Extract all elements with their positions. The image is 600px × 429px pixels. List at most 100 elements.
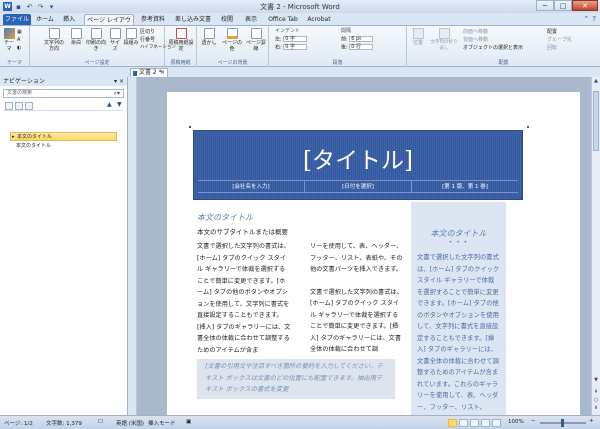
navigation-search-input[interactable]: 文書の検索 ⌕▾	[3, 89, 124, 98]
word-count[interactable]: 文字数: 1,379	[46, 419, 82, 427]
search-icon[interactable]: ⌕▾	[114, 90, 120, 97]
zoom-level[interactable]: 100%	[508, 419, 524, 425]
selection-pane-label: オブジェクトの選択と表示	[463, 45, 524, 51]
breaks-button[interactable]: 区切り	[140, 29, 155, 35]
vertical-ruler	[129, 77, 137, 415]
scrollbar-thumb[interactable]	[593, 91, 599, 151]
text-direction-button[interactable]: 文字列の方向	[42, 28, 66, 52]
document-page[interactable]: [タイトル] [会社名を入力] [日付を選択] [第 1 版、第 1 巻] 本文…	[167, 92, 580, 422]
indent-right-row: 右: 0 字	[275, 44, 308, 51]
nav-heading-item[interactable]: ▸ 本文のタイトル	[10, 132, 117, 141]
browse-object-icon[interactable]: ○	[592, 397, 600, 403]
margins-button[interactable]: 余白	[68, 28, 84, 46]
zoom-out-button[interactable]: −	[531, 418, 536, 424]
tab-insert[interactable]: 挿入	[58, 14, 80, 25]
manuscript-settings-button[interactable]: 原稿用紙設定	[167, 28, 195, 52]
indent-right-input[interactable]: 0 字	[283, 44, 308, 50]
tab-references[interactable]: 参考資料	[136, 14, 170, 25]
fonts-icon[interactable]: A	[17, 37, 20, 43]
size-button[interactable]: サイズ	[108, 28, 122, 52]
margins-icon	[70, 28, 82, 39]
next-page-icon[interactable]: ⇟	[592, 405, 600, 411]
vertical-scrollbar[interactable]: ▲ ▼ ⇞ ○ ⇟	[591, 77, 600, 415]
macro-icon[interactable]: ▣	[186, 419, 191, 425]
tab-review[interactable]: 校閲	[216, 14, 238, 25]
rotate-button[interactable]: 回転	[547, 45, 557, 51]
indent-left-row: 左: 0 字	[275, 36, 308, 43]
minimize-button[interactable]: ─	[536, 0, 554, 11]
columns-icon	[125, 28, 137, 39]
tab-mailings[interactable]: 差し込み文書	[172, 14, 214, 25]
previous-arrow-icon[interactable]: ▲	[107, 101, 112, 108]
web-layout-view-icon[interactable]	[470, 419, 479, 427]
insert-mode[interactable]: 挿入モード	[148, 419, 176, 427]
bring-forward-button[interactable]: 前面へ移動	[463, 29, 488, 35]
orientation-icon	[90, 28, 102, 39]
document-tab[interactable]: 文書 2 * ×	[130, 68, 168, 77]
tab-page-layout[interactable]: ページ レイアウト	[84, 14, 134, 35]
selection-pane-button[interactable]: オブジェクトの選択と表示	[463, 45, 523, 51]
orientation-label: 印刷の向き	[86, 40, 107, 52]
document-tab-close[interactable]: ×	[160, 69, 165, 77]
theme-label: テーマ	[3, 40, 14, 52]
company-field[interactable]: [会社名を入力]	[198, 181, 305, 192]
scroll-up-arrow[interactable]: ▲	[592, 78, 600, 84]
columns-button[interactable]: 段組み	[123, 28, 139, 46]
send-backward-label: 背面へ移動	[463, 37, 489, 43]
send-backward-button[interactable]: 背面へ移動	[463, 37, 488, 43]
manuscript-group: 原稿用紙設定 原稿用紙	[165, 26, 197, 67]
outline-view-icon[interactable]	[481, 419, 490, 427]
rotate-label: 回転	[547, 45, 558, 51]
edition-field[interactable]: [第 1 版、第 1 巻]	[412, 181, 518, 192]
banner-title[interactable]: [タイトル]	[194, 141, 522, 175]
help-icon[interactable]: ?	[592, 15, 596, 23]
size-icon	[109, 28, 121, 39]
spacing-after-input[interactable]: 0 行	[349, 44, 374, 50]
indent-left-input[interactable]: 0 字	[283, 36, 308, 42]
results-view-icon[interactable]	[25, 102, 33, 110]
page-color-button[interactable]: ページの色	[220, 28, 244, 52]
next-arrow-icon[interactable]: ▼	[117, 101, 122, 108]
pages-view-icon[interactable]	[15, 102, 23, 110]
tab-view[interactable]: 表示	[240, 14, 262, 25]
sidebar-textbox[interactable]: 本文のタイトル • • • 文書で選択した文字列の書式は、[ホーム] タブのクイ…	[411, 202, 506, 422]
proofing-icon[interactable]: ☐	[98, 419, 103, 425]
nav-heading-item[interactable]: 本文のタイトル	[10, 142, 117, 151]
print-layout-view-icon[interactable]	[448, 419, 457, 427]
position-button[interactable]: 位置	[409, 28, 427, 46]
colors-icon[interactable]: ▦	[17, 29, 22, 35]
date-field[interactable]: [日付を選択]	[305, 181, 412, 192]
line-numbers-button[interactable]: 行番号	[140, 37, 155, 43]
prev-page-icon[interactable]: ⇞	[592, 389, 600, 395]
maximize-button[interactable]: □	[554, 0, 572, 11]
full-screen-view-icon[interactable]	[459, 419, 468, 427]
watermark-button[interactable]: 透かし	[200, 28, 218, 46]
language-status[interactable]: 英語 (米国)	[116, 419, 144, 427]
headings-view-icon[interactable]	[5, 102, 13, 110]
tab-file[interactable]: ファイル	[3, 14, 31, 25]
scroll-down-arrow[interactable]: ▼	[592, 377, 600, 383]
wrap-text-button[interactable]: 文字列の折り返し	[429, 28, 459, 52]
theme-button[interactable]: テーマ	[2, 28, 16, 52]
tab-office-tab[interactable]: Office Tab	[266, 14, 300, 25]
draft-view-icon[interactable]	[492, 419, 501, 427]
nav-close-icon[interactable]: ▾ ×	[114, 77, 124, 86]
group-button[interactable]: グループ化	[547, 37, 572, 43]
page-count[interactable]: ページ: 1/2	[4, 419, 33, 427]
tab-acrobat[interactable]: Acrobat	[304, 14, 334, 25]
columns-label: 段組み	[123, 40, 139, 46]
zoom-slider-thumb[interactable]	[561, 419, 564, 427]
orientation-button[interactable]: 印刷の向き	[86, 28, 106, 52]
effects-icon[interactable]: ◐	[17, 45, 21, 51]
group-label: グループ化	[547, 37, 572, 43]
pull-quote-textbox[interactable]: [文書の引用文や注目すべき箇所の要約を入力してください。テキスト ボックスは文書…	[197, 359, 395, 399]
zoom-in-button[interactable]: +	[589, 418, 594, 424]
page-borders-button[interactable]: ページ罫線	[246, 28, 266, 52]
title-banner[interactable]: [タイトル] [会社名を入力] [日付を選択] [第 1 版、第 1 巻]	[193, 130, 523, 200]
ribbon-collapse-icon[interactable]: ⌃	[583, 15, 589, 23]
align-button[interactable]: 配置	[547, 29, 557, 35]
spacing-before-input[interactable]: 6 pt	[349, 36, 374, 42]
close-button[interactable]: ✕	[572, 0, 598, 11]
zoom-slider[interactable]	[540, 419, 586, 427]
tab-home[interactable]: ホーム	[34, 14, 56, 25]
